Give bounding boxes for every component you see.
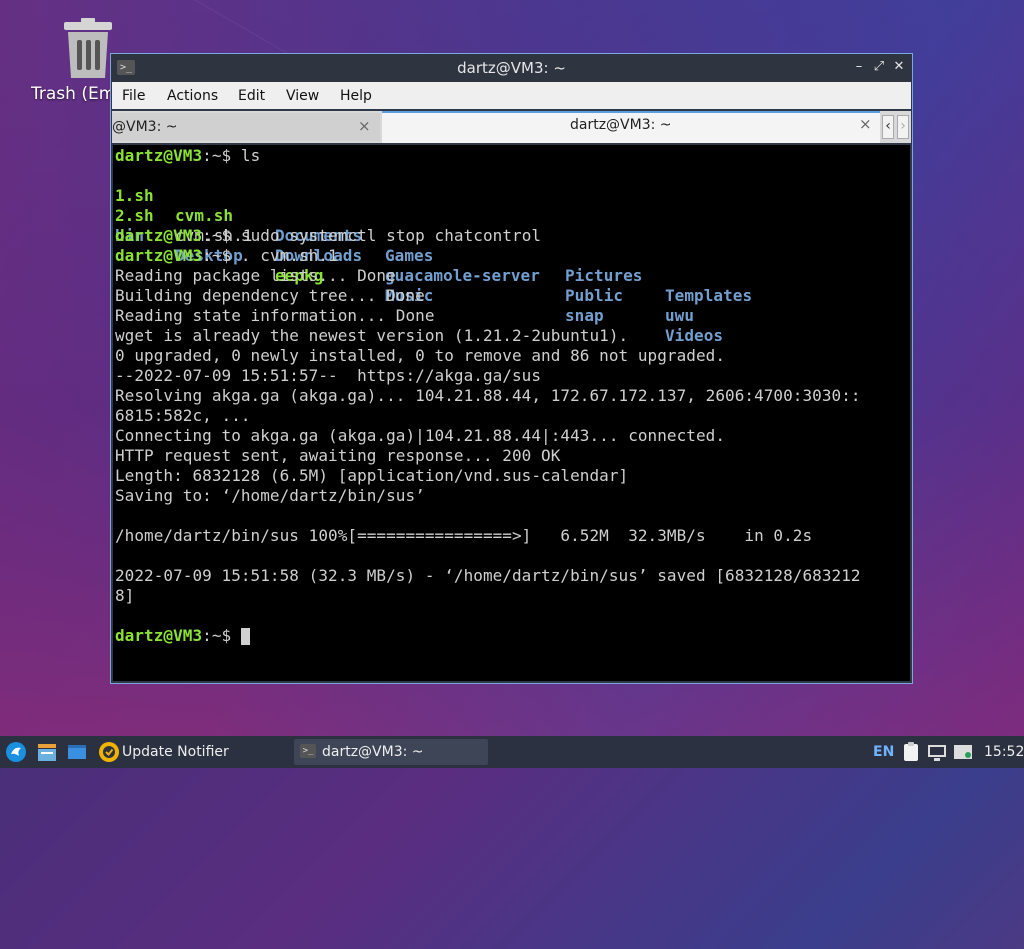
trash-icon bbox=[64, 18, 112, 78]
terminal-prompt-line: dartz@VM3:~$ bbox=[115, 626, 250, 646]
terminal-line: Length: 6832128 (6.5M) [application/vnd.… bbox=[115, 466, 629, 485]
menu-actions[interactable]: Actions bbox=[167, 88, 218, 104]
terminal-window: >_ dartz@VM3: ~ – ⤢ ✕ File Actions Edit … bbox=[110, 53, 913, 684]
tab-scroll-left-icon[interactable]: ‹ bbox=[882, 115, 894, 139]
tab-scroll-right-icon[interactable]: › bbox=[897, 115, 909, 139]
update-notifier-icon[interactable] bbox=[98, 741, 120, 763]
terminal-line: dartz@VM3:~$ ls bbox=[115, 146, 261, 165]
tab-label: dartz@VM3: ~ bbox=[570, 117, 672, 133]
taskbar-terminal-button[interactable]: >_ dartz@VM3: ~ bbox=[294, 739, 488, 765]
taskbar-terminal-label: dartz@VM3: ~ bbox=[322, 744, 424, 760]
ls-row: bin Desktop eepkg Music snap Videos bbox=[115, 226, 724, 345]
minimize-icon[interactable]: – bbox=[851, 59, 867, 75]
menu-view[interactable]: View bbox=[286, 88, 319, 104]
menu-edit[interactable]: Edit bbox=[238, 88, 265, 104]
menu-file[interactable]: File bbox=[122, 88, 145, 104]
terminal-line: Saving to: ‘/home/dartz/bin/sus’ bbox=[115, 486, 425, 505]
keyboard-layout-indicator[interactable]: EN bbox=[873, 744, 894, 760]
terminal-line: Resolving akga.ga (akga.ga)... 104.21.88… bbox=[115, 386, 861, 405]
terminal-line: dartz@VM3:~$ . cvm.sh.1 bbox=[115, 246, 338, 265]
terminal-line: Connecting to akga.ga (akga.ga)|104.21.8… bbox=[115, 426, 726, 445]
menu-help[interactable]: Help bbox=[340, 88, 372, 104]
window-title: dartz@VM3: ~ bbox=[457, 59, 566, 77]
terminal-line: HTTP request sent, awaiting response... … bbox=[115, 446, 561, 465]
terminal-line: --2022-07-09 15:51:57-- https://akga.ga/… bbox=[115, 366, 542, 385]
trash-label: Trash (Em bbox=[31, 84, 116, 104]
network-icon[interactable] bbox=[926, 741, 948, 763]
terminal-line: 0 upgraded, 0 newly installed, 0 to remo… bbox=[115, 346, 726, 365]
ls-row: 2.sh cvm.sh.1 Downloads guacamole-server… bbox=[115, 206, 695, 325]
terminal-icon: >_ bbox=[300, 744, 316, 758]
tab-close-icon[interactable]: × bbox=[358, 117, 371, 135]
file-manager-icon[interactable] bbox=[36, 741, 58, 763]
terminal-line: Reading state information... Done bbox=[115, 306, 435, 325]
tab-active[interactable]: dartz@VM3: ~ × bbox=[382, 111, 880, 143]
start-menu-icon[interactable] bbox=[5, 741, 27, 763]
terminal-line: /home/dartz/bin/sus 100%[===============… bbox=[115, 526, 813, 545]
ls-row: 1.sh cvm.sh Documents Games Pictures Tem… bbox=[115, 186, 753, 305]
volume-icon[interactable] bbox=[952, 741, 974, 763]
terminal-line: wget is already the newest version (1.21… bbox=[115, 326, 629, 345]
update-notifier-label[interactable]: Update Notifier bbox=[122, 744, 229, 760]
terminal-cursor bbox=[240, 628, 250, 645]
tab-bar: @VM3: ~ × dartz@VM3: ~ × ‹ › bbox=[112, 111, 911, 143]
clock[interactable]: 15:52 bbox=[984, 744, 1024, 760]
window-titlebar[interactable]: >_ dartz@VM3: ~ – ⤢ ✕ bbox=[111, 54, 912, 82]
tab-inactive[interactable]: @VM3: ~ × bbox=[112, 113, 380, 141]
terminal-output[interactable]: dartz@VM3:~$ ls 1.sh cvm.sh Documents Ga… bbox=[113, 145, 910, 681]
tab-label: @VM3: ~ bbox=[112, 119, 178, 135]
terminal-line: Building dependency tree... Done bbox=[115, 286, 425, 305]
close-icon[interactable]: ✕ bbox=[891, 59, 907, 75]
taskbar: Update Notifier >_ dartz@VM3: ~ EN 15:52 bbox=[0, 736, 1024, 768]
terminal-line: 2022-07-09 15:51:58 (32.3 MB/s) - ‘/home… bbox=[115, 566, 861, 585]
terminal-line: dartz@VM3:~$ sudo systemctl stop chatcon… bbox=[115, 226, 542, 245]
maximize-icon[interactable]: ⤢ bbox=[871, 59, 887, 75]
menubar: File Actions Edit View Help bbox=[112, 82, 911, 109]
show-desktop-icon[interactable] bbox=[66, 741, 88, 763]
terminal-line: Reading package lists... Done bbox=[115, 266, 396, 285]
terminal-line: 6815:582c, ... bbox=[115, 406, 251, 425]
tab-close-icon[interactable]: × bbox=[859, 115, 872, 133]
clipboard-icon[interactable] bbox=[900, 741, 922, 763]
terminal-line: 8] bbox=[115, 586, 135, 605]
